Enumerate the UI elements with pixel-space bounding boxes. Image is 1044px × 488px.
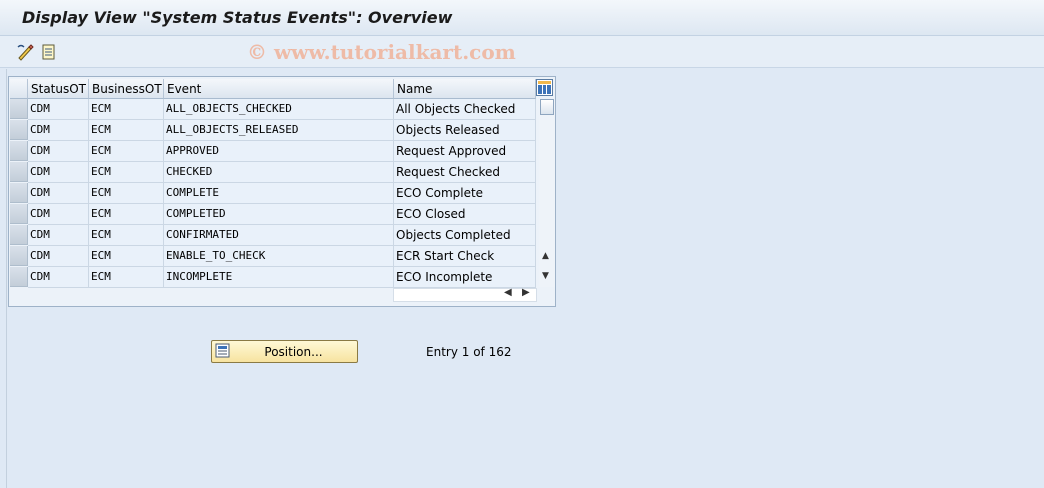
cell-event: CONFIRMATED	[164, 225, 394, 246]
row-selector[interactable]	[10, 267, 28, 287]
cell-statusot: CDM	[28, 183, 89, 204]
cell-event: ALL_OBJECTS_RELEASED	[164, 120, 394, 141]
events-table: StatusOT BusinessOT Event Name CDM ECM ALL…	[8, 76, 556, 307]
cell-name: All Objects Checked	[394, 99, 536, 120]
cell-statusot: CDM	[28, 120, 89, 141]
details-icon[interactable]	[40, 43, 58, 61]
cell-businessot: ECM	[89, 183, 164, 204]
cell-name: ECR Start Check	[394, 246, 536, 267]
row-selector[interactable]	[10, 183, 28, 203]
cell-businessot: ECM	[89, 225, 164, 246]
row-selector[interactable]	[10, 225, 28, 245]
cell-event: COMPLETED	[164, 204, 394, 225]
column-header-name[interactable]: Name	[394, 79, 536, 99]
column-header-statusot[interactable]: StatusOT	[28, 79, 89, 99]
horizontal-scrollbar[interactable]	[393, 288, 537, 302]
cell-statusot: CDM	[28, 246, 89, 267]
display-change-icon[interactable]	[17, 43, 35, 61]
row-selector[interactable]	[10, 162, 28, 182]
row-selector[interactable]	[10, 204, 28, 224]
cell-statusot: CDM	[28, 225, 89, 246]
cell-event: APPROVED	[164, 141, 394, 162]
cell-statusot: CDM	[28, 267, 89, 288]
cell-name: Objects Completed	[394, 225, 536, 246]
cell-name: ECO Incomplete	[394, 267, 536, 288]
cell-name: Request Approved	[394, 141, 536, 162]
row-selector[interactable]	[10, 120, 28, 140]
column-header-event[interactable]: Event	[164, 79, 394, 99]
cell-businessot: ECM	[89, 246, 164, 267]
table-header: StatusOT BusinessOT Event Name	[9, 79, 555, 99]
cell-event: CHECKED	[164, 162, 394, 183]
position-button-label: Position...	[264, 345, 323, 359]
cell-statusot: CDM	[28, 204, 89, 225]
position-button[interactable]: Position...	[211, 340, 358, 363]
cell-statusot: CDM	[28, 141, 89, 162]
window-title: Display View "System Status Events": Ove…	[22, 8, 453, 27]
cell-event: ENABLE_TO_CHECK	[164, 246, 394, 267]
cell-businessot: ECM	[89, 99, 164, 120]
table-settings-icon[interactable]	[536, 79, 553, 96]
cell-name: ECO Closed	[394, 204, 536, 225]
entry-counter: Entry 1 of 162	[426, 345, 512, 359]
cell-businessot: ECM	[89, 267, 164, 288]
cell-statusot: CDM	[28, 99, 89, 120]
scroll-down-icon[interactable]: ▼	[542, 271, 549, 281]
cell-name: ECO Complete	[394, 183, 536, 204]
scroll-left-icon[interactable]: ◀	[504, 287, 512, 298]
cell-event: ALL_OBJECTS_CHECKED	[164, 99, 394, 120]
cell-businessot: ECM	[89, 141, 164, 162]
row-selector[interactable]	[10, 246, 28, 266]
cell-name: Objects Released	[394, 120, 536, 141]
cell-name: Request Checked	[394, 162, 536, 183]
cell-businessot: ECM	[89, 204, 164, 225]
scroll-right-icon[interactable]: ▶	[522, 287, 530, 298]
row-selector[interactable]	[10, 99, 28, 119]
application-toolbar: © www.tutorialkart.com	[0, 36, 1044, 68]
cell-statusot: CDM	[28, 162, 89, 183]
select-all-corner[interactable]	[10, 79, 28, 99]
cell-event: COMPLETE	[164, 183, 394, 204]
cell-businessot: ECM	[89, 162, 164, 183]
scroll-thumb[interactable]	[540, 99, 554, 115]
row-selector[interactable]	[10, 141, 28, 161]
column-header-businessot[interactable]: BusinessOT	[89, 79, 164, 99]
vertical-scrollbar[interactable]: ▲ ▼	[539, 99, 555, 287]
cell-event: INCOMPLETE	[164, 267, 394, 288]
title-bar: Display View "System Status Events": Ove…	[0, 0, 1044, 36]
scroll-up-icon[interactable]: ▲	[542, 251, 549, 261]
cell-businessot: ECM	[89, 120, 164, 141]
watermark: © www.tutorialkart.com	[247, 40, 516, 64]
